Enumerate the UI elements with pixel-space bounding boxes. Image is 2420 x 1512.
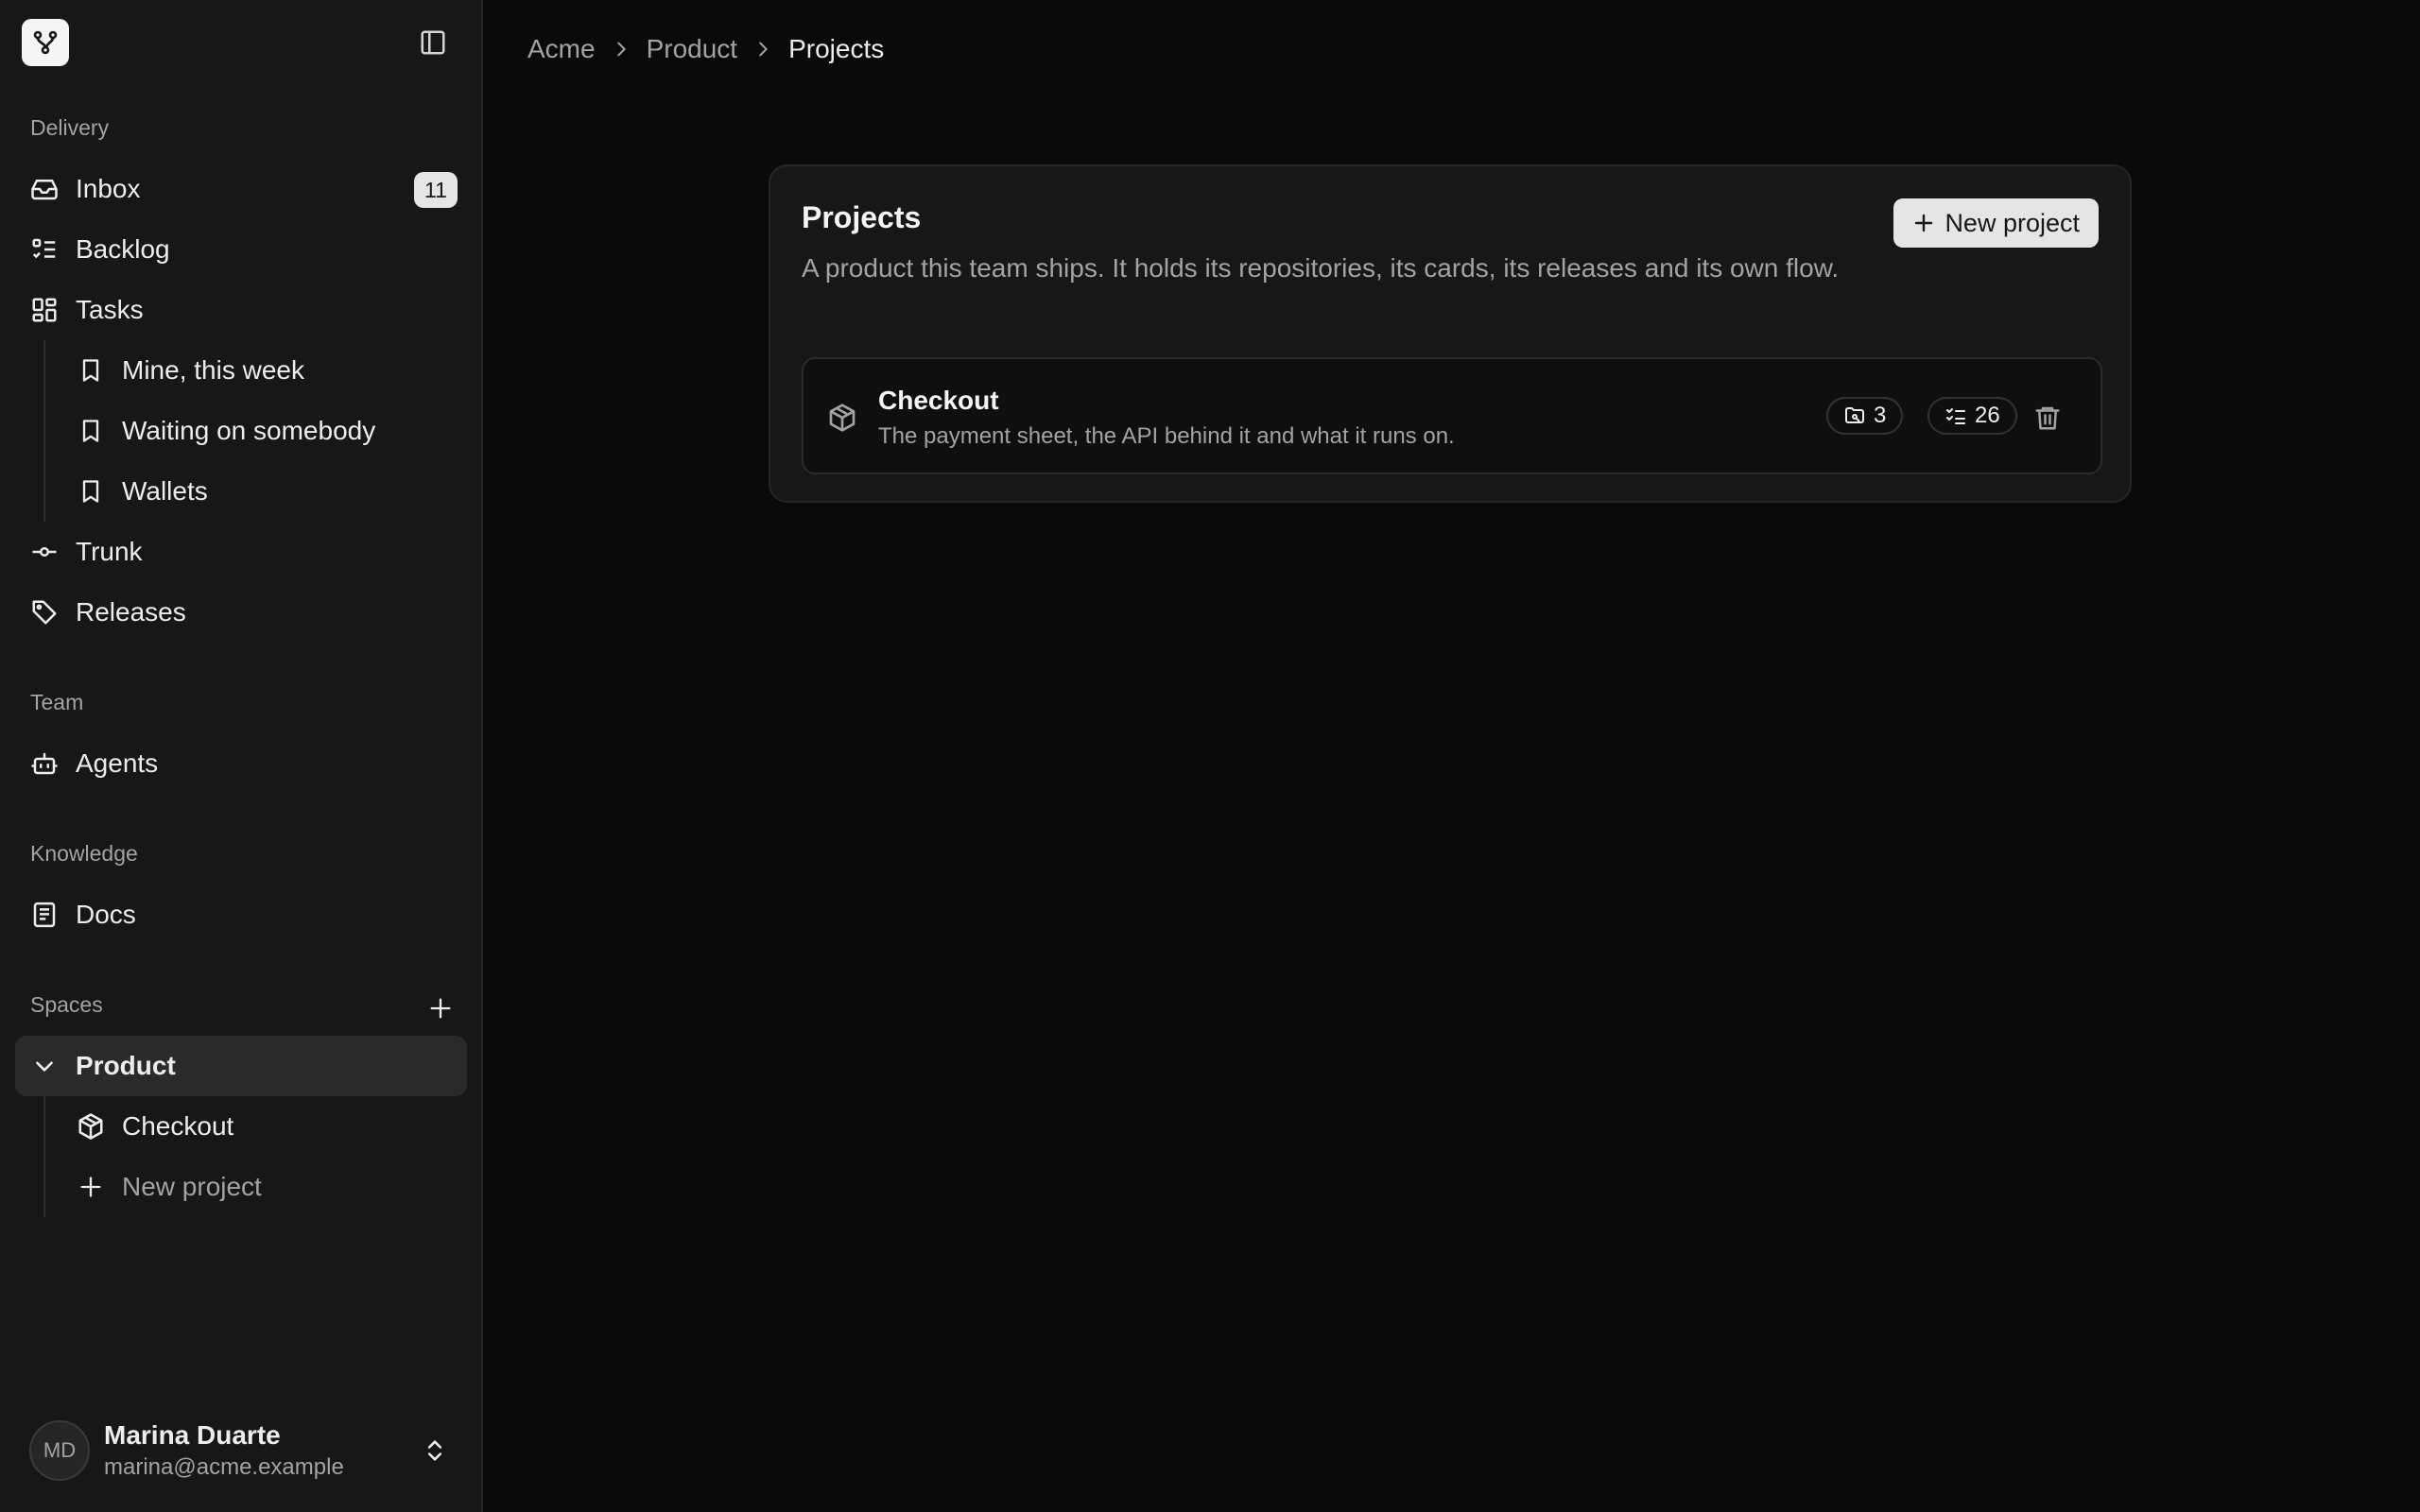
project-row[interactable]: Checkout The payment sheet, the API behi… <box>802 357 2102 474</box>
checklist-icon <box>28 233 60 266</box>
tasks-tree-line <box>43 340 45 522</box>
breadcrumb-projects: Projects <box>788 34 885 63</box>
user-info: Marina Duarte marina@acme.example <box>104 1420 344 1481</box>
sidebar-item-label: New project <box>122 1172 262 1201</box>
group-label-spaces: Spaces <box>30 992 103 1017</box>
collapse-sidebar-button[interactable] <box>414 24 452 61</box>
avatar: MD <box>29 1420 90 1481</box>
sidebar-item-label: Trunk <box>76 537 143 566</box>
package-box-icon <box>825 401 859 435</box>
sidebar-item-label: Mine, this week <box>122 355 304 385</box>
plus-icon <box>1912 212 1935 234</box>
page-description: A product this team ships. It holds its … <box>802 253 1840 283</box>
cards-count: 26 <box>1975 403 2000 428</box>
package-box-icon <box>75 1110 107 1143</box>
group-label-team: Team <box>30 690 84 714</box>
sidebar-item-label: Wallets <box>122 476 208 506</box>
sidebar-item-label: Docs <box>76 900 136 929</box>
bookmark-icon <box>75 354 107 387</box>
project-name: Checkout <box>878 386 999 415</box>
sidebar-item-label: Tasks <box>76 295 144 324</box>
sidebar-space-product[interactable]: Product <box>15 1036 467 1096</box>
sidebar-item-label: Releases <box>76 597 186 627</box>
inbox-icon <box>28 173 60 205</box>
folder-git-icon <box>1843 404 1866 427</box>
sidebar: Delivery Inbox 11 Backlog Tasks Mine, th… <box>0 0 483 1512</box>
sidebar-item-label: Product <box>76 1051 176 1080</box>
breadcrumb: Acme Product Projects <box>527 34 884 64</box>
breadcrumb-acme[interactable]: Acme <box>527 34 596 64</box>
group-label-knowledge: Knowledge <box>30 841 138 866</box>
breadcrumb-product[interactable]: Product <box>647 34 738 64</box>
sidebar-item-label: Backlog <box>76 234 170 264</box>
app-logo[interactable] <box>22 19 69 66</box>
repos-count: 3 <box>1874 403 1887 428</box>
inbox-count-badge: 11 <box>414 172 458 208</box>
repos-count-badge: 3 <box>1826 397 1904 435</box>
sidebar-item-releases[interactable]: Releases <box>15 582 467 643</box>
sidebar-item-tasks[interactable]: Tasks <box>15 280 467 340</box>
new-project-label: New project <box>1945 208 2080 237</box>
sidebar-item-docs[interactable]: Docs <box>15 885 467 945</box>
main-content: Acme Product Projects Projects A product… <box>483 0 2420 1512</box>
sidebar-item-inbox[interactable]: Inbox 11 <box>15 159 467 219</box>
chevron-right-icon <box>611 39 631 60</box>
sidebar-item-backlog[interactable]: Backlog <box>15 219 467 280</box>
sidebar-project-checkout[interactable]: Checkout <box>62 1096 467 1157</box>
list-checks-icon <box>1945 404 1967 427</box>
sidebar-item-label: Checkout <box>122 1111 234 1141</box>
sidebar-view-wallets[interactable]: Wallets <box>62 461 467 522</box>
user-email: marina@acme.example <box>104 1454 344 1480</box>
sidebar-item-agents[interactable]: Agents <box>15 733 467 794</box>
new-project-button[interactable]: New project <box>1893 198 2099 248</box>
trash-icon <box>2035 406 2060 430</box>
page-title: Projects <box>802 200 922 234</box>
dashboard-grid-icon <box>28 294 60 326</box>
book-icon <box>28 899 60 931</box>
user-name: Marina Duarte <box>104 1420 281 1450</box>
delete-project-button[interactable] <box>2029 399 2066 437</box>
add-space-button[interactable] <box>422 989 459 1027</box>
project-description: The payment sheet, the API behind it and… <box>878 423 1455 449</box>
chevron-right-icon <box>752 39 773 60</box>
chevron-down-icon[interactable] <box>28 1050 60 1082</box>
projects-card: Projects A product this team ships. It h… <box>769 164 2132 503</box>
plus-icon <box>430 998 451 1019</box>
user-menu[interactable]: MD Marina Duarte marina@acme.example <box>15 1408 467 1493</box>
plus-icon <box>75 1171 107 1203</box>
sidebar-item-trunk[interactable]: Trunk <box>15 522 467 582</box>
sidebar-view-waiting-on-somebody[interactable]: Waiting on somebody <box>62 401 467 461</box>
git-commit-icon <box>28 536 60 568</box>
chevrons-up-down-icon[interactable] <box>416 1432 454 1469</box>
git-branch-logo-icon <box>33 30 58 55</box>
group-label-delivery: Delivery <box>30 115 110 140</box>
tag-icon <box>28 596 60 628</box>
sidebar-item-label: Agents <box>76 748 159 778</box>
sidebar-item-label: Waiting on somebody <box>122 416 376 445</box>
sidebar-new-project[interactable]: New project <box>62 1157 467 1217</box>
bookmark-icon <box>75 475 107 507</box>
sidebar-view-mine-this-week[interactable]: Mine, this week <box>62 340 467 401</box>
cards-count-badge: 26 <box>1927 397 2017 435</box>
product-tree-line <box>43 1096 45 1217</box>
bookmark-icon <box>75 415 107 447</box>
sidebar-item-label: Inbox <box>76 174 141 203</box>
app-root: Delivery Inbox 11 Backlog Tasks Mine, th… <box>0 0 2420 1512</box>
sidebar-panel-icon <box>421 30 445 55</box>
bot-icon <box>28 747 60 780</box>
